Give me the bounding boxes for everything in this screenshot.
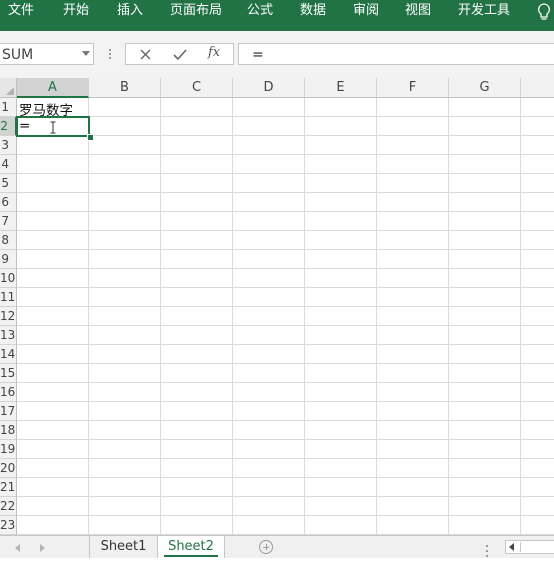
tab-home[interactable]: 开始 bbox=[63, 0, 89, 31]
row-header-5[interactable]: 5 bbox=[0, 174, 17, 193]
lightbulb-icon[interactable] bbox=[535, 2, 553, 22]
name-box[interactable]: SUM bbox=[0, 43, 94, 65]
column-header-e[interactable]: E bbox=[305, 78, 377, 98]
scroll-right-icon[interactable] bbox=[40, 544, 45, 552]
row-header-12[interactable]: 12 bbox=[0, 307, 17, 326]
row-header-13[interactable]: 13 bbox=[0, 326, 17, 345]
select-all-button[interactable] bbox=[0, 78, 17, 98]
row-header-8[interactable]: 8 bbox=[0, 231, 17, 250]
row-header-14[interactable]: 14 bbox=[0, 345, 17, 364]
scroll-arrow-left-icon[interactable] bbox=[509, 543, 514, 551]
fill-handle[interactable] bbox=[87, 134, 94, 141]
close-icon[interactable] bbox=[132, 44, 162, 66]
formula-input[interactable]: = bbox=[238, 43, 554, 65]
row-header-21[interactable]: 21 bbox=[0, 478, 17, 497]
row-header-1[interactable]: 1 bbox=[0, 98, 17, 117]
row-header-4[interactable]: 4 bbox=[0, 155, 17, 174]
horizontal-scrollbar[interactable] bbox=[505, 540, 554, 554]
tab-insert[interactable]: 插入 bbox=[117, 0, 143, 31]
formula-input-value: = bbox=[252, 47, 264, 63]
ribbon-tab-bar: 文件 开始 插入 页面布局 公式 数据 审阅 视图 开发工具 bbox=[0, 0, 554, 31]
tab-formulas[interactable]: 公式 bbox=[247, 0, 273, 31]
row-header-22[interactable]: 22 bbox=[0, 497, 17, 516]
row-header-11[interactable]: 11 bbox=[0, 288, 17, 307]
cell-grid[interactable] bbox=[17, 98, 554, 535]
row-header-19[interactable]: 19 bbox=[0, 440, 17, 459]
row-header-15[interactable]: 15 bbox=[0, 364, 17, 383]
add-sheet-icon[interactable] bbox=[259, 540, 273, 554]
column-header-d[interactable]: D bbox=[233, 78, 305, 98]
row-header-16[interactable]: 16 bbox=[0, 383, 17, 402]
tab-view[interactable]: 视图 bbox=[405, 0, 431, 31]
row-header-2[interactable]: 2 bbox=[0, 117, 17, 136]
tab-page-layout[interactable]: 页面布局 bbox=[170, 0, 222, 31]
drag-handle-icon[interactable] bbox=[108, 47, 112, 61]
tab-review[interactable]: 审阅 bbox=[353, 0, 379, 31]
row-header-3[interactable]: 3 bbox=[0, 136, 17, 155]
tab-data[interactable]: 数据 bbox=[300, 0, 326, 31]
sheet-tab-bar: Sheet1 Sheet2 bbox=[0, 535, 554, 558]
active-tab-underline bbox=[164, 555, 218, 557]
row-header-17[interactable]: 17 bbox=[0, 402, 17, 421]
check-icon[interactable] bbox=[166, 44, 196, 66]
name-box-value: SUM bbox=[2, 47, 34, 63]
select-all-icon bbox=[6, 87, 14, 95]
row-header-6[interactable]: 6 bbox=[0, 193, 17, 212]
row-header-18[interactable]: 18 bbox=[0, 421, 17, 440]
more-options-icon[interactable] bbox=[485, 542, 489, 561]
scrollbar-thumb[interactable] bbox=[520, 542, 554, 552]
row-header-23[interactable]: 23 bbox=[0, 516, 17, 535]
column-header-f[interactable]: F bbox=[377, 78, 449, 98]
insert-function-icon[interactable]: fx bbox=[208, 45, 220, 60]
sheet-tab-2[interactable]: Sheet2 bbox=[157, 536, 225, 558]
column-header-c[interactable]: C bbox=[161, 78, 233, 98]
column-header-b[interactable]: B bbox=[89, 78, 161, 98]
text-cursor-icon bbox=[50, 119, 56, 134]
scroll-left-icon[interactable] bbox=[15, 544, 20, 552]
sheet-tab-1[interactable]: Sheet1 bbox=[89, 536, 157, 558]
column-header-a[interactable]: A bbox=[17, 78, 89, 98]
chevron-down-icon[interactable] bbox=[82, 51, 90, 56]
sheet-tab-2-label: Sheet2 bbox=[168, 539, 214, 554]
column-header-h[interactable] bbox=[521, 78, 554, 98]
tab-file[interactable]: 文件 bbox=[8, 0, 34, 31]
row-header-10[interactable]: 10 bbox=[0, 269, 17, 288]
row-header-7[interactable]: 7 bbox=[0, 212, 17, 231]
column-header-g[interactable]: G bbox=[449, 78, 521, 98]
tab-developer[interactable]: 开发工具 bbox=[458, 0, 510, 31]
row-header-9[interactable]: 9 bbox=[0, 250, 17, 269]
row-header-20[interactable]: 20 bbox=[0, 459, 17, 478]
